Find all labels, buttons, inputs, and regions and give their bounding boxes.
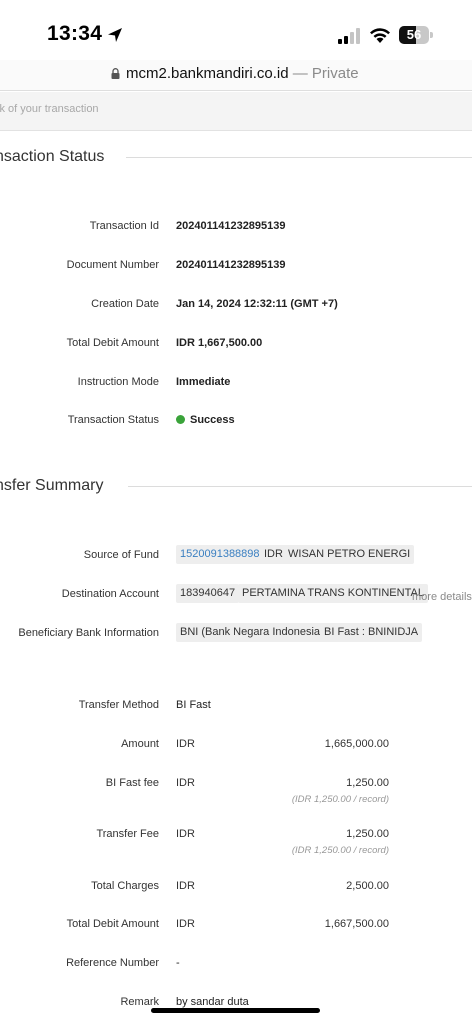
label-transaction-status: Transaction Status — [67, 414, 159, 426]
label-instruction-mode: Instruction Mode — [77, 376, 159, 388]
label-document-number: Document Number — [66, 259, 159, 271]
status-bar: 13:34 56 — [0, 0, 472, 60]
source-currency-chip: IDR — [260, 545, 287, 564]
label-transaction-id: Transaction Id — [89, 220, 159, 232]
value-total-debit: 1,667,500.00 — [324, 918, 389, 930]
value-transaction-status: Success — [190, 414, 235, 426]
section-title-transaction-status: nsaction Status — [0, 148, 105, 165]
cellular-signal-icon — [338, 28, 360, 44]
beneficiary-code-chip: BI Fast : BNINIDJA — [320, 623, 423, 642]
currency-total-charges: IDR — [176, 880, 195, 892]
section-title-transfer-summary: nsfer Summary — [0, 477, 104, 494]
location-arrow-icon — [108, 28, 122, 42]
section-divider — [126, 157, 472, 158]
value-instruction-mode: Immediate — [176, 376, 231, 388]
label-bi-fast-fee: BI Fast fee — [105, 777, 159, 789]
currency-total-debit: IDR — [176, 918, 195, 930]
source-account-link[interactable]: 1520091388898 — [176, 545, 264, 564]
beneficiary-bank-chip: BNI (Bank Negara Indonesia) — [176, 623, 328, 642]
value-remark: by sandar duta — [176, 996, 249, 1008]
destination-account-chip: 183940647 — [176, 584, 240, 603]
value-document-number: 202401141232895139 — [176, 259, 286, 271]
url-domain: mcm2.bankmandiri.co.id — [126, 65, 289, 82]
value-total-debit-amount: IDR 1,667,500.00 — [176, 337, 263, 349]
label-destination-account: Destination Account — [61, 588, 159, 600]
label-creation-date: Creation Date — [91, 298, 159, 310]
value-transaction-id: 202401141232895139 — [176, 220, 286, 232]
value-transfer-fee: 1,250.00 — [346, 828, 389, 840]
battery-percent: 56 — [406, 27, 422, 42]
success-dot-icon — [176, 415, 185, 424]
section-divider — [128, 486, 472, 487]
value-total-charges: 2,500.00 — [346, 880, 389, 892]
label-remark: Remark — [120, 996, 159, 1008]
currency-amount: IDR — [176, 738, 195, 750]
note-bi-fast-fee: (IDR 1,250.00 / record) — [291, 794, 389, 805]
label-total-debit: Total Debit Amount — [66, 918, 159, 930]
value-reference-number: - — [176, 957, 180, 969]
lock-icon — [111, 68, 120, 79]
search-bar — [0, 92, 472, 131]
label-transfer-fee: Transfer Fee — [96, 828, 159, 840]
status-badge: Success — [176, 414, 235, 426]
label-amount: Amount — [121, 738, 159, 750]
destination-name-chip: PERTAMINA TRANS KONTINENTAL — [238, 584, 428, 603]
value-amount: 1,665,000.00 — [324, 738, 389, 750]
label-reference-number: Reference Number — [66, 957, 159, 969]
url-text[interactable]: mcm2.bankmandiri.co.id — Private — [126, 65, 359, 82]
label-transfer-method: Transfer Method — [78, 699, 159, 711]
label-source-of-fund: Source of Fund — [83, 549, 159, 561]
source-name-chip: WISAN PETRO ENERGI — [284, 545, 415, 564]
private-label: — Private — [292, 65, 359, 82]
currency-bi-fast-fee: IDR — [176, 777, 195, 789]
value-creation-date: Jan 14, 2024 12:32:11 (GMT +7) — [176, 298, 338, 310]
address-bar[interactable]: mcm2.bankmandiri.co.id — Private — [0, 60, 472, 91]
label-total-debit-amount: Total Debit Amount — [66, 337, 159, 349]
wifi-icon — [370, 28, 390, 43]
status-time: 13:34 — [47, 22, 103, 45]
battery-icon: 56 — [399, 26, 433, 44]
note-transfer-fee: (IDR 1,250.00 / record) — [291, 845, 389, 856]
currency-transfer-fee: IDR — [176, 828, 195, 840]
label-beneficiary-bank: Beneficiary Bank Information — [18, 627, 159, 639]
label-total-charges: Total Charges — [91, 880, 159, 892]
value-bi-fast-fee: 1,250.00 — [346, 777, 389, 789]
more-details-link[interactable]: more details — [412, 591, 472, 603]
search-input[interactable] — [0, 103, 394, 115]
value-transfer-method: BI Fast — [176, 699, 211, 711]
home-indicator[interactable] — [151, 1008, 320, 1013]
